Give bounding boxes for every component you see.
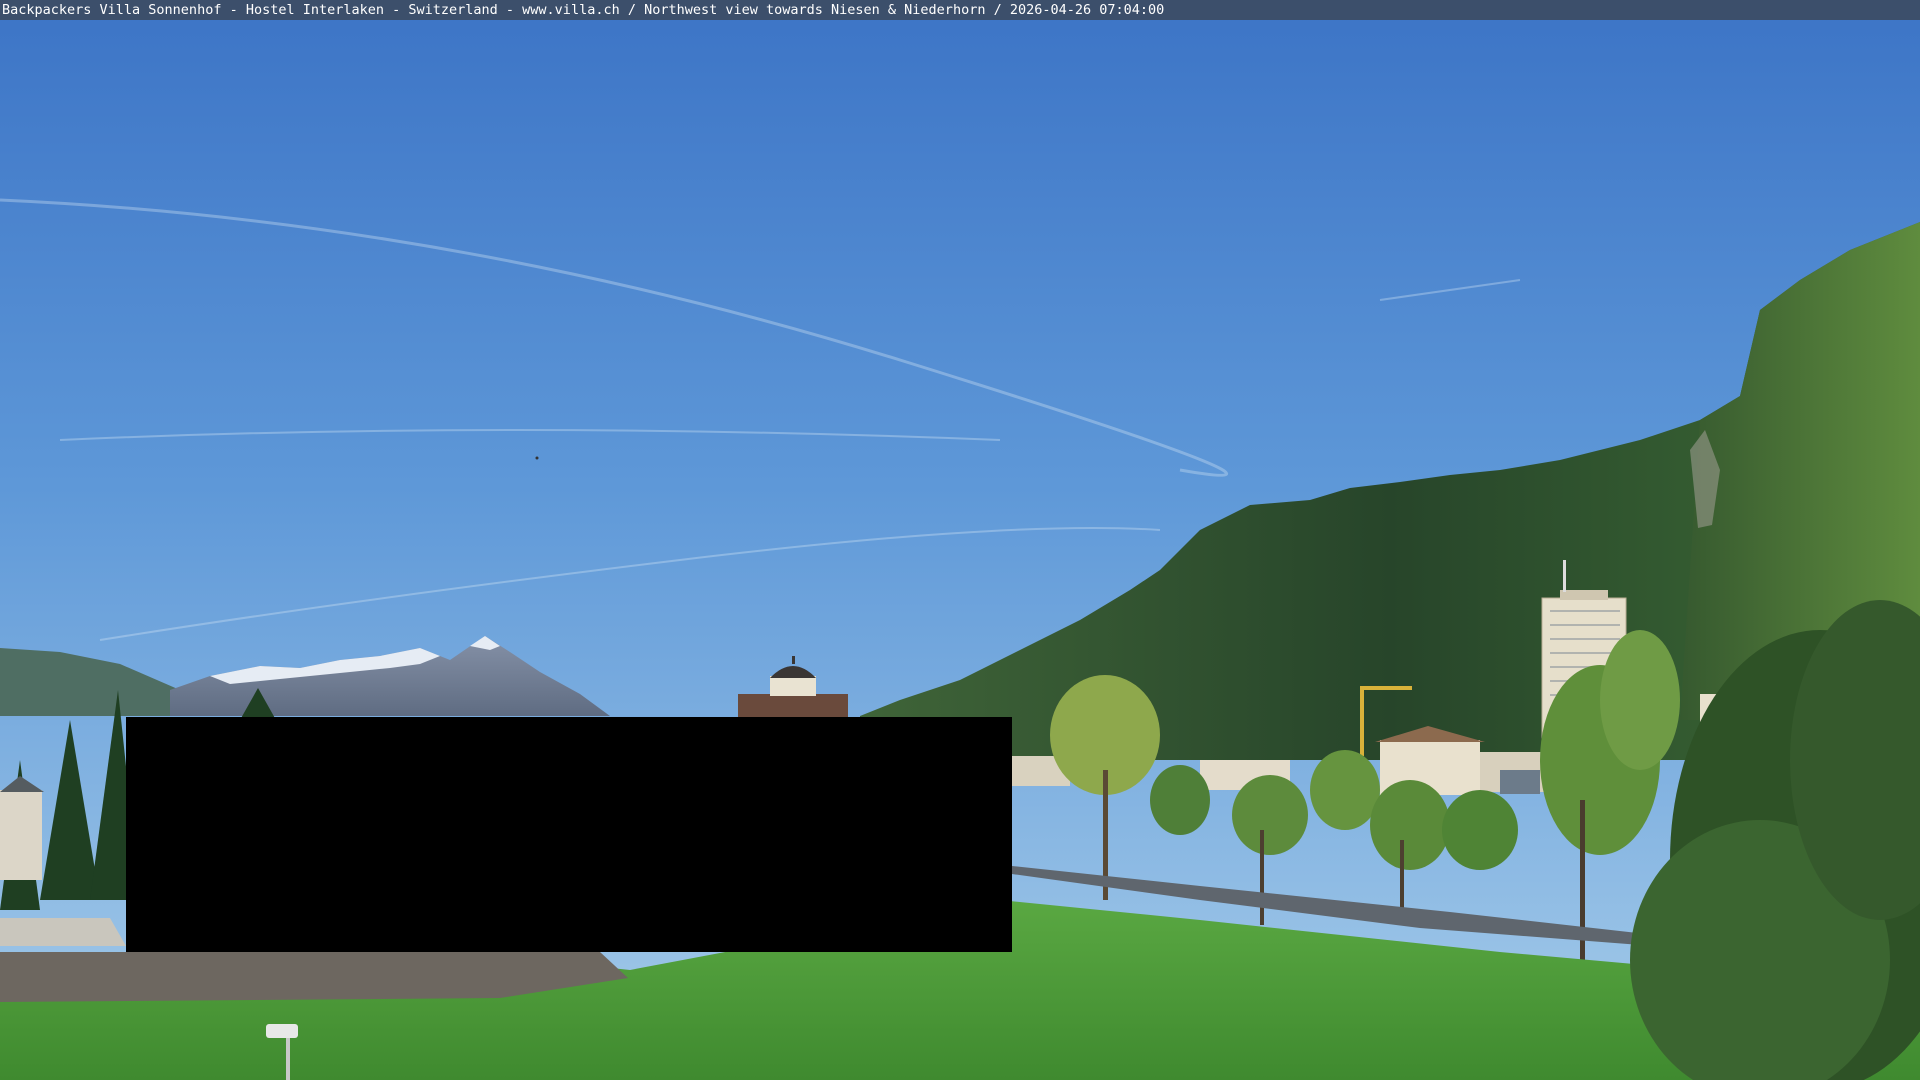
caption-text: Backpackers Villa Sonnenhof - Hostel Int… [2, 2, 1165, 18]
gravel-yard [0, 918, 126, 946]
webcam-caption: Backpackers Villa Sonnenhof - Hostel Int… [0, 0, 1920, 20]
privacy-mask [126, 717, 1012, 952]
webcam-frame: Backpackers Villa Sonnenhof - Hostel Int… [0, 0, 1920, 1080]
bird [535, 456, 539, 460]
